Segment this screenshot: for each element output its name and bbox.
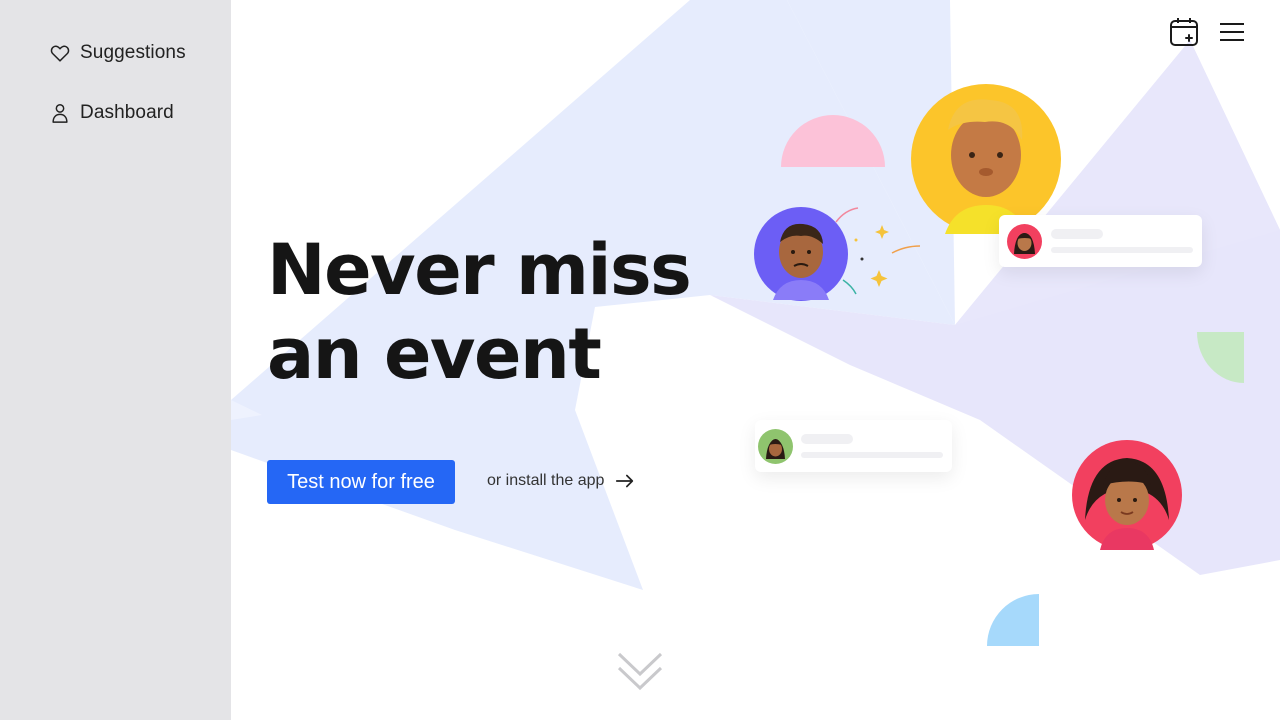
double-chevron-down-icon (617, 652, 663, 691)
hamburger-menu-icon (1220, 23, 1244, 41)
sidebar-item-label: Dashboard (80, 102, 174, 123)
scroll-down-button[interactable] (616, 650, 664, 694)
sidebar-item-suggestions[interactable]: Suggestions (49, 42, 186, 64)
calendar-add-button[interactable] (1168, 16, 1200, 48)
test-free-button[interactable]: Test now for free (267, 460, 455, 504)
sidebar: Suggestions Dashboard (0, 0, 231, 720)
install-app-label: or install the app (487, 472, 605, 489)
calendar-add-icon (1170, 18, 1198, 46)
hero-headline: Never miss an event (267, 228, 692, 396)
arrow-right-icon (614, 470, 636, 492)
heart-icon (49, 42, 71, 64)
hamburger-menu-button[interactable] (1218, 20, 1246, 44)
sidebar-item-dashboard[interactable]: Dashboard (49, 102, 174, 124)
install-app-link[interactable]: or install the app (487, 470, 636, 492)
user-icon (49, 102, 71, 124)
sidebar-item-label: Suggestions (80, 42, 186, 63)
headline-line-2: an event (267, 313, 602, 395)
headline-line-1: Never miss (267, 229, 692, 311)
